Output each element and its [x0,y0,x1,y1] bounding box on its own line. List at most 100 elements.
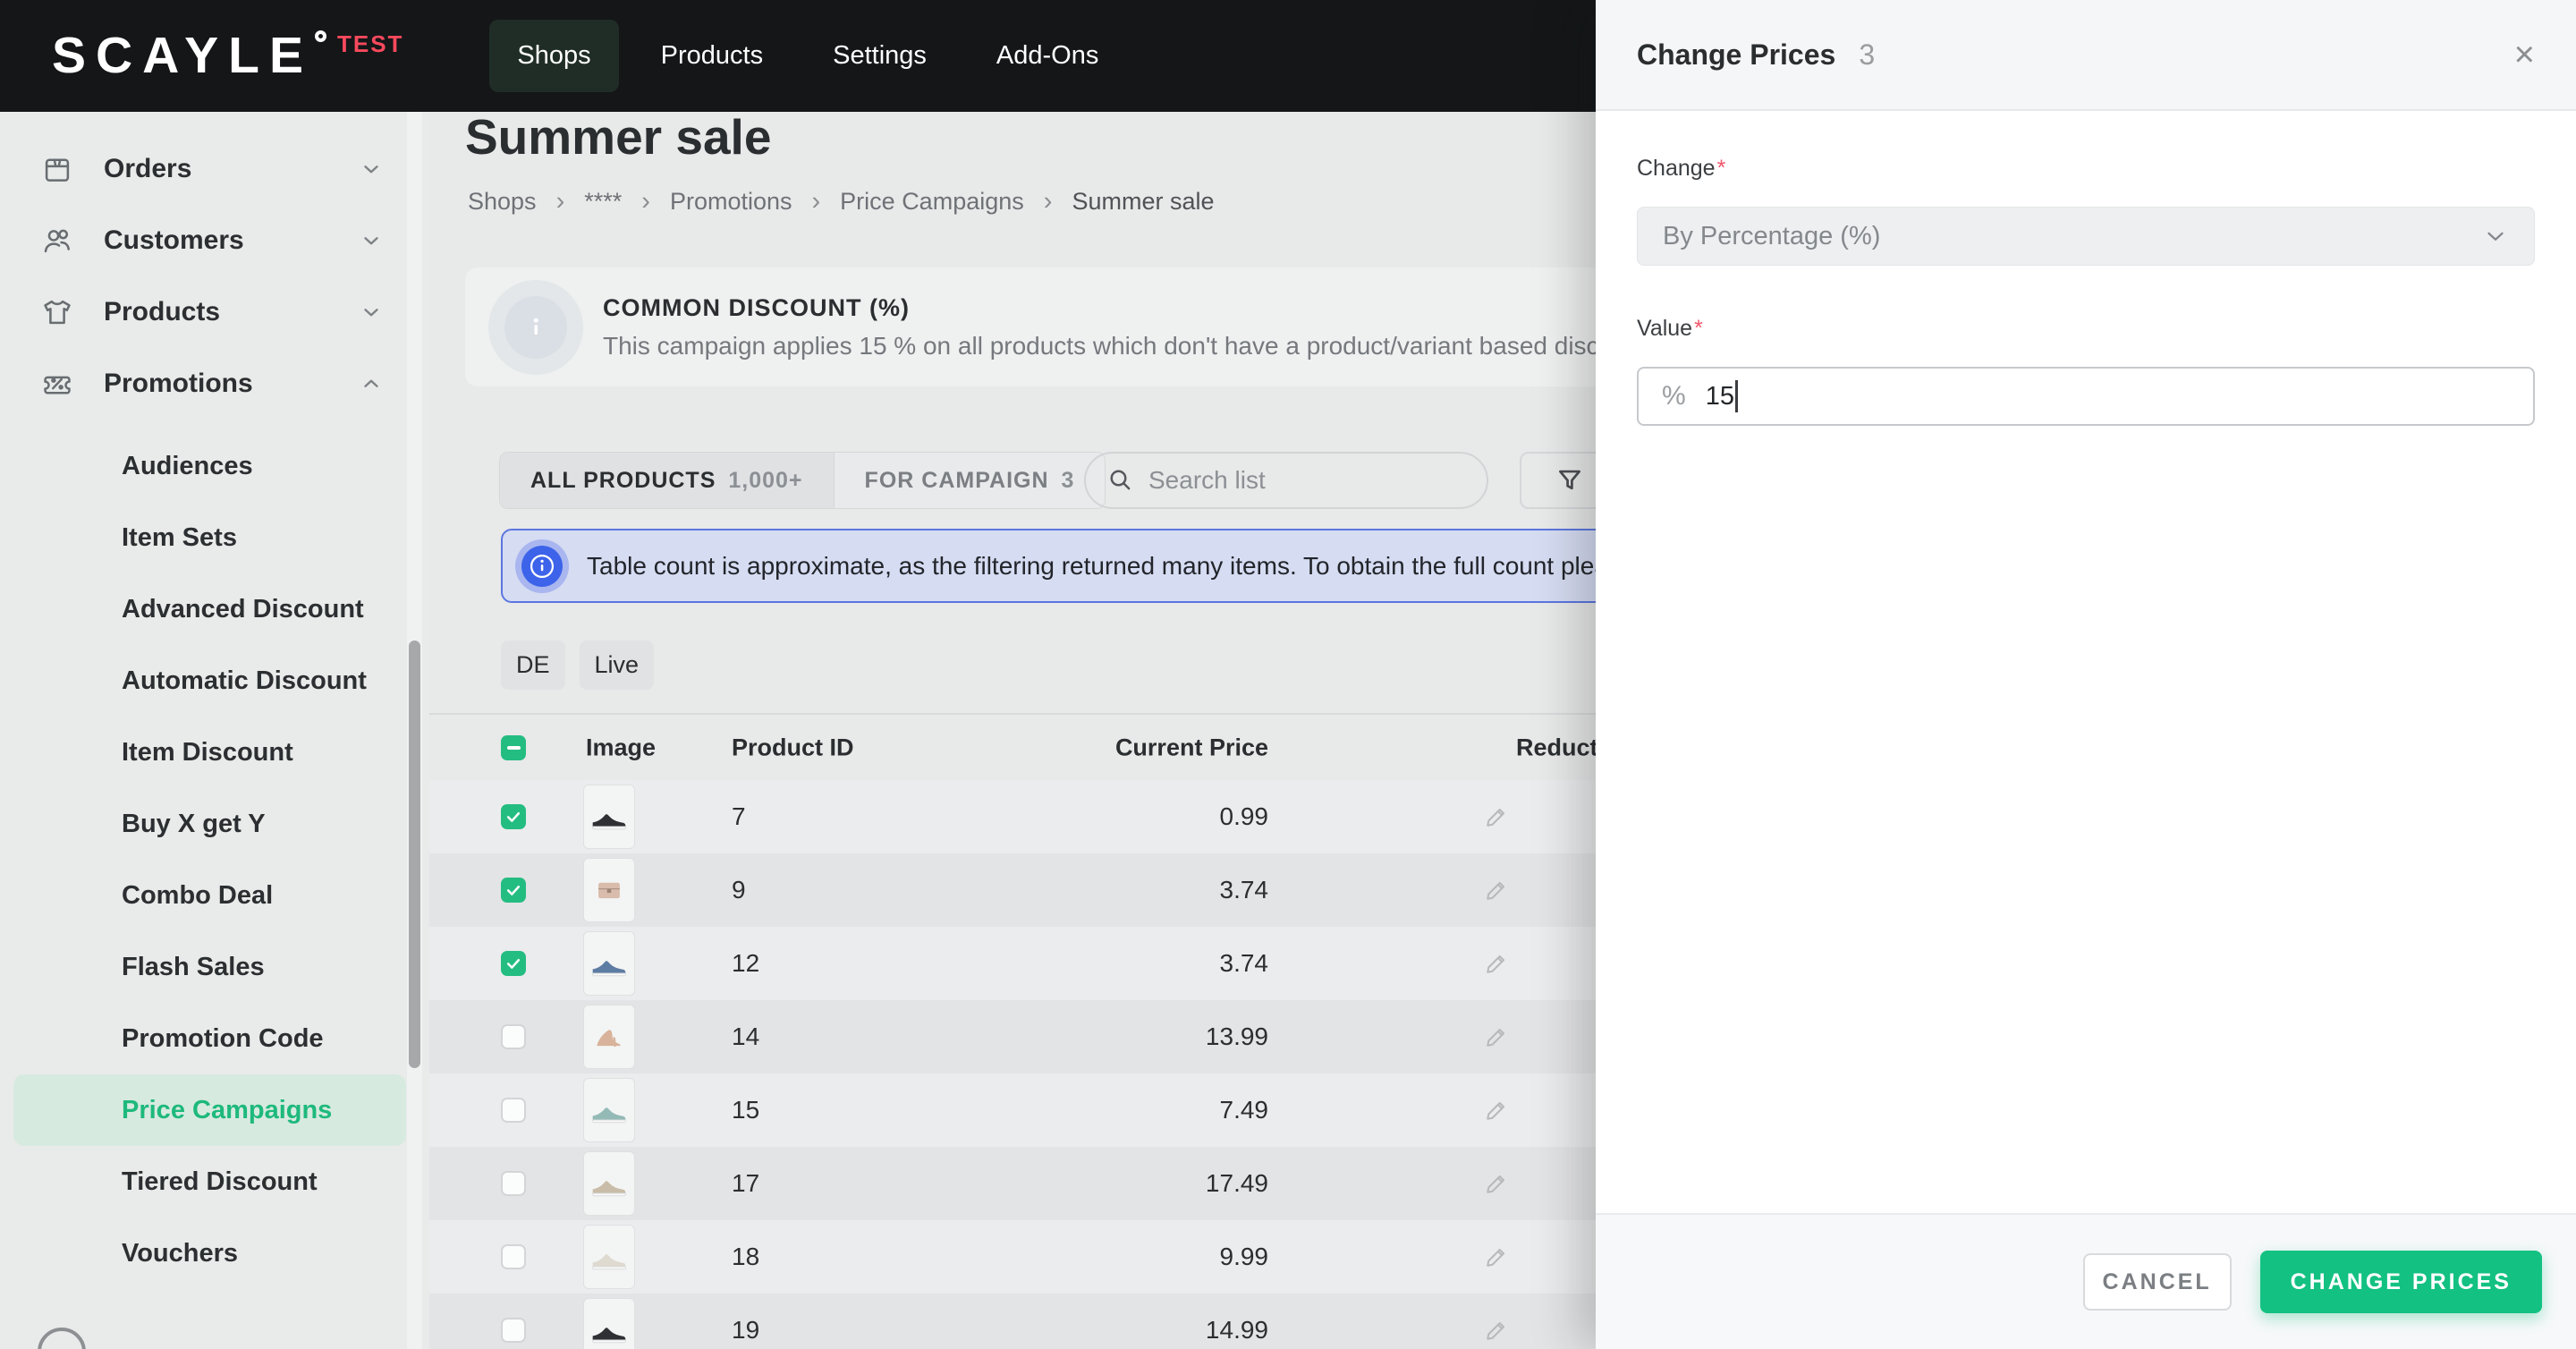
row-checkbox[interactable] [501,878,526,903]
row-checkbox[interactable] [501,1098,526,1123]
product-id-cell: 12 [732,949,760,977]
sidebar-item-item-discount[interactable]: Item Discount [0,717,429,788]
nav-add-ons[interactable]: Add-Ons [969,20,1126,92]
edit-price-icon[interactable] [1483,1243,1510,1270]
sneaker-image [592,1107,626,1124]
ticket-percent-icon [38,364,77,403]
nav-products[interactable]: Products [633,20,791,92]
sidebar-item-promotions[interactable]: Promotions [0,348,429,420]
column-header-product-id[interactable]: Product ID [732,734,854,761]
breadcrumb-item-summer-sale[interactable]: Summer sale [1072,188,1214,216]
sidebar-item-price-campaigns[interactable]: Price Campaigns [13,1074,406,1146]
cancel-button[interactable]: CANCEL [2082,1253,2232,1311]
sidebar-item-flash-sales[interactable]: Flash Sales [0,931,429,1003]
sidebar-item-audiences[interactable]: Audiences [0,430,429,502]
percent-prefix-icon: % [1662,381,1686,411]
sidebar-item-products[interactable]: Products [0,276,429,348]
current-price-cell: 9.99 [1219,1243,1269,1270]
close-icon[interactable]: × [2514,37,2535,72]
tab-label: FOR CAMPAIGN [864,467,1049,493]
product-id-cell: 14 [732,1022,760,1050]
tab-label: ALL PRODUCTS [530,467,716,493]
sidebar-item-label: Products [104,297,221,327]
page-title: Summer sale [465,112,772,165]
sidebar-item-advanced-discount[interactable]: Advanced Discount [0,573,429,645]
filter-chip-live[interactable]: Live [579,641,655,690]
change-prices-button[interactable]: CHANGE PRICES [2259,1251,2542,1313]
product-tabs: ALL PRODUCTS 1,000+ FOR CAMPAIGN 3 [499,452,1106,509]
breadcrumb-item-shops[interactable]: Shops [468,188,537,216]
search-placeholder: Search list [1148,466,1266,494]
row-checkbox[interactable] [501,951,526,976]
panel-header: Change Prices 3 × [1596,0,2576,111]
breadcrumb-separator: › [641,187,650,216]
search-input[interactable]: Search list [1084,452,1488,509]
check-icon [506,886,521,895]
sidebar-item-orders[interactable]: Orders [0,133,429,205]
tab-count-badge: 3 [1061,467,1075,493]
tab-count-badge: 1,000+ [728,467,803,493]
sidebar-item-buy-x-get-y[interactable]: Buy X get Y [0,788,429,860]
nav-settings[interactable]: Settings [805,20,954,92]
select-all-checkbox[interactable] [501,734,526,760]
row-checkbox[interactable] [501,804,526,829]
check-icon [506,812,521,822]
column-header-image[interactable]: Image [586,734,656,761]
edit-price-icon[interactable] [1483,877,1510,904]
product-image [583,1151,635,1216]
promotions-submenu: Audiences Item Sets Advanced Discount Autom… [0,430,429,1289]
product-image [583,1005,635,1069]
product-id-cell: 18 [732,1243,760,1270]
sidebar-item-tiered-discount[interactable]: Tiered Discount [0,1146,429,1217]
row-checkbox[interactable] [501,1244,526,1269]
globe-icon [38,1328,86,1349]
edit-price-icon[interactable] [1483,1097,1510,1124]
scayle-logo[interactable]: SCAYLE TEST [52,30,403,81]
edit-price-icon[interactable] [1483,1170,1510,1197]
sidebar-item-promotion-code[interactable]: Promotion Code [0,1003,429,1074]
tab-for-campaign[interactable]: FOR CAMPAIGN 3 [833,453,1106,508]
filter-icon [1559,470,1580,490]
sidebar-item-item-sets[interactable]: Item Sets [0,502,429,573]
logo-ring-icon [314,30,326,42]
chevron-up-icon [360,372,383,395]
breadcrumb-item-price-campaigns[interactable]: Price Campaigns [840,188,1024,216]
logo-text: SCAYLE [52,27,313,84]
banner-description: This campaign applies 15 % on all produc… [603,331,1648,360]
sidebar-item-label: Promotions [104,369,253,398]
current-price-cell: 3.74 [1219,876,1269,904]
tshirt-icon [38,293,77,332]
row-checkbox[interactable] [501,1171,526,1196]
row-checkbox[interactable] [501,1024,526,1049]
breadcrumb-item--[interactable]: **** [584,188,622,216]
sidebar: Orders Customers Products Promotions Aud… [0,112,429,1349]
sneaker-image [592,1254,626,1270]
indeterminate-mark [506,745,521,750]
product-id-cell: 7 [732,802,746,830]
edit-price-icon[interactable] [1483,1023,1510,1050]
breadcrumb-item-promotions[interactable]: Promotions [670,188,792,216]
tab-all-products[interactable]: ALL PRODUCTS 1,000+ [500,453,834,508]
change-prices-panel: Change Prices 3 × Change* By Percentage … [1596,0,2576,1349]
change-field-label: Change* [1637,156,1726,181]
sidebar-item-automatic-discount[interactable]: Automatic Discount [0,645,429,717]
nav-shops[interactable]: Shops [489,20,619,92]
discount-info-icon [488,279,583,375]
edit-price-icon[interactable] [1483,803,1510,830]
sidebar-item-vouchers[interactable]: Vouchers [0,1217,429,1289]
row-checkbox[interactable] [501,1318,526,1343]
product-image [583,785,635,849]
value-input[interactable]: % 15 [1637,367,2535,426]
sidebar-scrollbar[interactable] [407,112,422,1349]
sneaker-image [592,961,626,977]
product-id-cell: 9 [732,876,746,904]
top-nav: Shops Products Settings Add-Ons [489,20,1126,92]
edit-price-icon[interactable] [1483,1317,1510,1344]
change-type-select[interactable]: By Percentage (%) [1637,207,2535,266]
edit-price-icon[interactable] [1483,950,1510,977]
filter-chip-de[interactable]: DE [501,641,565,690]
sidebar-item-customers[interactable]: Customers [0,205,429,276]
sidebar-scrollbar-thumb[interactable] [409,641,420,1068]
sidebar-item-combo-deal[interactable]: Combo Deal [0,860,429,931]
column-header-current-price[interactable]: Current Price [966,734,1268,761]
